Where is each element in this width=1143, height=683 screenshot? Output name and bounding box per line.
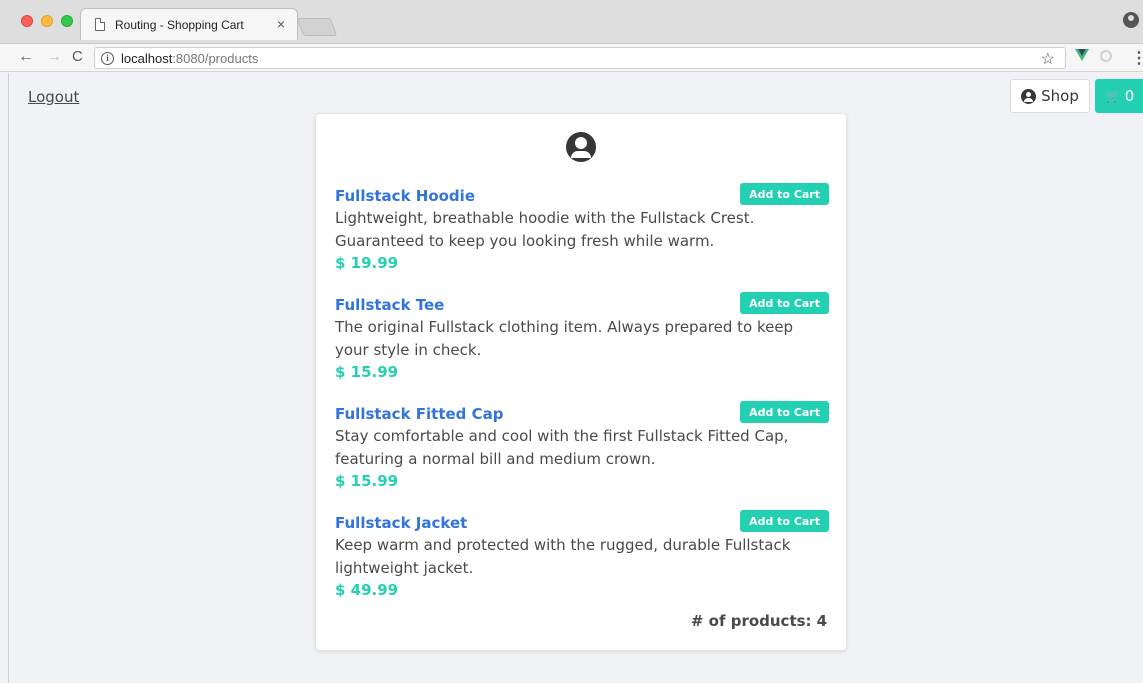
product-price: $ 15.99	[335, 472, 399, 490]
user-avatar-icon	[566, 132, 596, 162]
product-price: $ 19.99	[335, 254, 399, 272]
product-name[interactable]: Fullstack Fitted Cap	[335, 405, 504, 423]
shop-button[interactable]: Shop	[1010, 79, 1090, 113]
product-price: $ 49.99	[335, 581, 399, 599]
url-path: :8080/products	[172, 51, 259, 66]
product-description: Stay comfortable and cool with the first…	[335, 427, 789, 468]
close-window-button[interactable]	[21, 15, 33, 27]
product-name[interactable]: Fullstack Tee	[335, 296, 444, 314]
info-icon[interactable]: i	[101, 52, 114, 65]
add-to-cart-button[interactable]: Add to Cart	[740, 183, 829, 205]
new-tab-button[interactable]	[296, 18, 338, 36]
browser-titlebar: Routing - Shopping Cart ×	[0, 0, 1143, 44]
page-icon	[95, 18, 105, 31]
page-viewport: Logout Shop 🛒 0 Fullstack Hoodie Add to …	[8, 73, 1143, 683]
add-to-cart-button[interactable]: Add to Cart	[740, 401, 829, 423]
cart-icon: 🛒	[1105, 89, 1121, 103]
add-to-cart-button[interactable]: Add to Cart	[740, 292, 829, 314]
back-arrow-icon[interactable]: ←	[18, 48, 34, 66]
product-description: Keep warm and protected with the rugged,…	[335, 536, 791, 577]
logout-link[interactable]: Logout	[28, 88, 79, 106]
address-bar[interactable]: i localhost:8080/products ☆	[94, 47, 1066, 69]
tab-close-icon[interactable]: ×	[277, 16, 285, 32]
add-to-cart-button[interactable]: Add to Cart	[740, 510, 829, 532]
product-price: $ 15.99	[335, 363, 399, 381]
browser-toolbar: ← → C i localhost:8080/products ☆ ⋮	[0, 44, 1143, 72]
url-text[interactable]: localhost:8080/products	[121, 51, 258, 66]
product-list-card: Fullstack Hoodie Add to Cart Lightweight…	[315, 113, 847, 651]
reload-icon[interactable]: C	[72, 48, 83, 65]
user-circle-icon	[1021, 88, 1037, 104]
minimize-window-button[interactable]	[41, 15, 53, 27]
product-description: The original Fullstack clothing item. Al…	[335, 318, 794, 359]
extension-icon[interactable]	[1100, 50, 1112, 62]
cart-button[interactable]: 🛒 0	[1095, 79, 1143, 113]
product-name[interactable]: Fullstack Jacket	[335, 514, 467, 532]
tab-title: Routing - Shopping Cart	[115, 18, 244, 32]
product-count-label: # of products:	[690, 612, 812, 630]
vue-devtools-icon[interactable]	[1075, 49, 1089, 61]
cart-count: 0	[1124, 87, 1135, 105]
browser-profile-icon[interactable]	[1123, 12, 1139, 28]
browser-tab[interactable]: Routing - Shopping Cart ×	[80, 8, 298, 40]
product-description: Lightweight, breathable hoodie with the …	[335, 209, 755, 250]
forward-arrow-icon[interactable]: →	[46, 48, 62, 66]
product-count-value: 4	[816, 612, 827, 630]
bookmark-star-icon[interactable]: ☆	[1041, 49, 1055, 69]
shop-button-label: Shop	[1041, 87, 1079, 105]
product-count: # of products: 4	[691, 612, 827, 630]
maximize-window-button[interactable]	[61, 15, 73, 27]
browser-menu-icon[interactable]: ⋮	[1131, 48, 1143, 68]
product-name[interactable]: Fullstack Hoodie	[335, 187, 475, 205]
url-host: localhost	[121, 51, 173, 66]
